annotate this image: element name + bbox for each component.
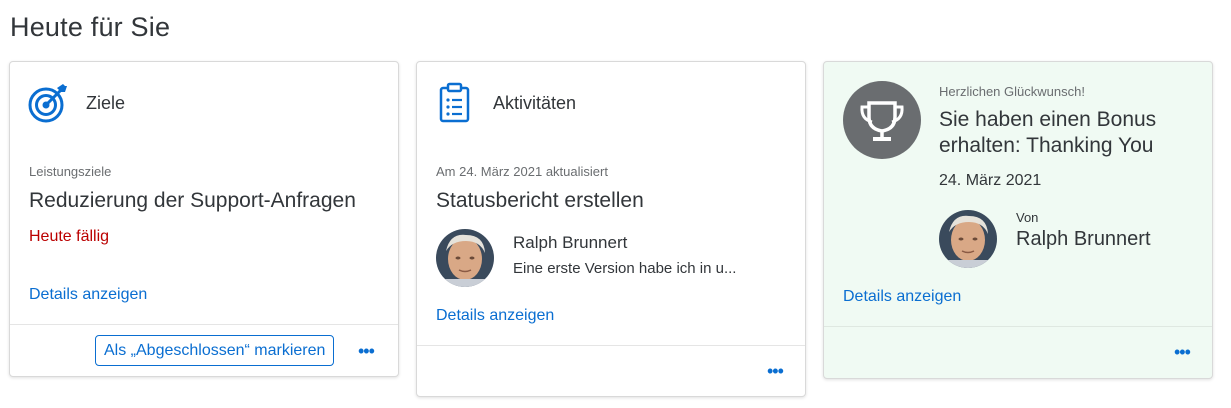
target-icon (28, 84, 67, 123)
greeting: Herzlichen Glückwunsch! (939, 84, 1085, 99)
divider (10, 324, 398, 325)
bonus-card[interactable]: Herzlichen Glückwunsch! Sie haben einen … (823, 61, 1213, 379)
from-label: Von (1016, 210, 1039, 225)
activities-card[interactable]: Aktivitäten Am 24. März 2021 aktualisier… (416, 61, 806, 397)
goals-card[interactable]: Ziele Leistungsziele Reduzierung der Sup… (9, 61, 399, 377)
goal-title: Reduzierung der Support-Anfragen (29, 189, 356, 212)
divider (417, 345, 805, 346)
sender-name: Ralph Brunnert (1016, 228, 1151, 250)
bonus-title-line2: erhalten: Thanking You (939, 134, 1154, 157)
details-link[interactable]: Details anzeigen (843, 288, 961, 306)
page-title: Heute für Sie (10, 12, 171, 42)
message-preview: Eine erste Version habe ich in u... (513, 260, 737, 277)
trophy-badge (843, 81, 921, 159)
status-due: Heute fällig (29, 228, 110, 245)
person-name: Ralph Brunnert (513, 233, 628, 252)
updated-date: Am 24. März 2021 aktualisiert (436, 164, 608, 179)
avatar (436, 229, 494, 287)
clipboard-icon (439, 82, 470, 123)
activity-title: Statusbericht erstellen (436, 189, 644, 212)
details-link[interactable]: Details anzeigen (29, 286, 147, 304)
more-options-button[interactable]: ••• (358, 342, 375, 360)
more-options-button[interactable]: ••• (767, 362, 784, 380)
avatar (939, 210, 997, 268)
divider (824, 326, 1212, 327)
mark-completed-button[interactable]: Als „Abgeschlossen“ markieren (95, 335, 335, 366)
bonus-date: 24. März 2021 (939, 172, 1042, 189)
bonus-title-line1: Sie haben einen Bonus (939, 108, 1157, 131)
trophy-icon (860, 101, 904, 141)
details-link[interactable]: Details anzeigen (436, 307, 554, 325)
card-header-title: Aktivitäten (493, 93, 577, 113)
more-options-button[interactable]: ••• (1174, 343, 1191, 361)
goal-category: Leistungsziele (29, 164, 112, 179)
card-header-title: Ziele (86, 93, 126, 113)
